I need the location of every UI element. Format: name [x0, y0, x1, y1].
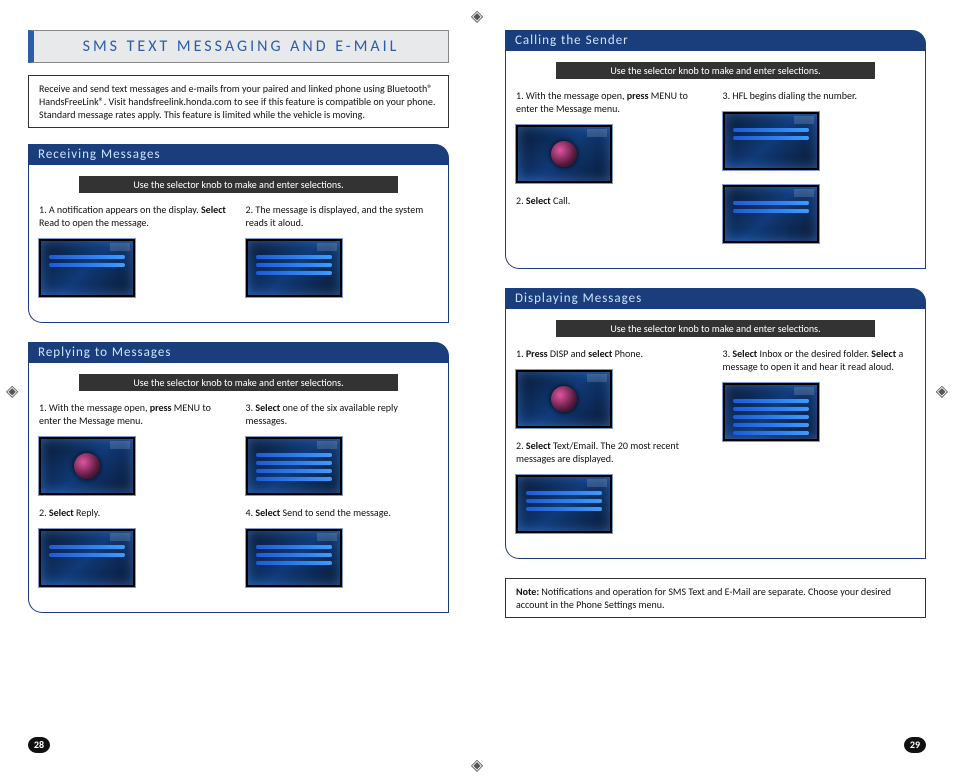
note-box: Note: Notifications and operation for SM…: [505, 578, 926, 618]
display-screenshot: [39, 529, 135, 587]
knob-instruction: Use the selector knob to make and enter …: [79, 374, 398, 391]
step-text: 1. With the message open, press MENU to …: [516, 89, 709, 115]
section-receiving: Receiving Messages Use the selector knob…: [28, 144, 449, 324]
knob-instruction: Use the selector knob to make and enter …: [79, 176, 398, 193]
right-page: Calling the Sender Use the selector knob…: [477, 0, 954, 781]
section-body: Use the selector knob to make and enter …: [28, 164, 449, 323]
step-text: 4. Select Send to send the message.: [246, 506, 439, 519]
page-number: 29: [904, 737, 926, 753]
section-heading: Replying to Messages: [28, 342, 449, 363]
step-text: 3. Select one of the six available reply…: [246, 401, 439, 427]
display-screenshot: [246, 437, 342, 495]
section-heading: Displaying Messages: [505, 288, 926, 309]
step-text: 2. Select Call.: [516, 194, 709, 207]
display-screenshot: [723, 112, 819, 170]
left-page: SMS TEXT MESSAGING AND E-MAIL Receive an…: [0, 0, 477, 781]
section-heading: Receiving Messages: [28, 144, 449, 165]
intro-text: Receive and send text messages and e-mai…: [28, 75, 449, 128]
section-heading: Calling the Sender: [505, 30, 926, 51]
display-screenshot: [723, 383, 819, 441]
step-text: 1. With the message open, press MENU to …: [39, 401, 232, 427]
display-screenshot: [516, 475, 612, 533]
step-text: 2. Select Reply.: [39, 506, 232, 519]
page-spread: ◈ ◈ ◈ ◈ SMS TEXT MESSAGING AND E-MAIL Re…: [0, 0, 954, 781]
section-replying: Replying to Messages Use the selector kn…: [28, 342, 449, 614]
section-body: Use the selector knob to make and enter …: [28, 362, 449, 613]
note-label: Note:: [516, 585, 539, 598]
display-screenshot: [516, 125, 612, 183]
step-text: 2. The message is displayed, and the sys…: [246, 203, 439, 229]
display-screenshot: [39, 437, 135, 495]
page-title: SMS TEXT MESSAGING AND E-MAIL: [28, 30, 449, 63]
page-number: 28: [28, 737, 50, 753]
step-text: 2. Select Text/Email. The 20 most recent…: [516, 439, 709, 465]
step-text: 3. Select Inbox or the desired folder. S…: [723, 347, 916, 373]
section-body: Use the selector knob to make and enter …: [505, 308, 926, 559]
display-screenshot: [39, 239, 135, 297]
display-screenshot: [246, 239, 342, 297]
step-text: 1. A notification appears on the display…: [39, 203, 232, 229]
display-screenshot: [246, 529, 342, 587]
display-screenshot: [516, 370, 612, 428]
display-screenshot: [723, 185, 819, 243]
note-text: Notifications and operation for SMS Text…: [516, 585, 891, 611]
section-displaying: Displaying Messages Use the selector kno…: [505, 288, 926, 560]
step-text: 1. Press DISP and select Phone.: [516, 347, 709, 360]
knob-instruction: Use the selector knob to make and enter …: [556, 320, 875, 337]
step-text: 3. HFL begins dialing the number.: [723, 89, 916, 102]
section-body: Use the selector knob to make and enter …: [505, 50, 926, 269]
section-calling: Calling the Sender Use the selector knob…: [505, 30, 926, 270]
knob-instruction: Use the selector knob to make and enter …: [556, 62, 875, 79]
